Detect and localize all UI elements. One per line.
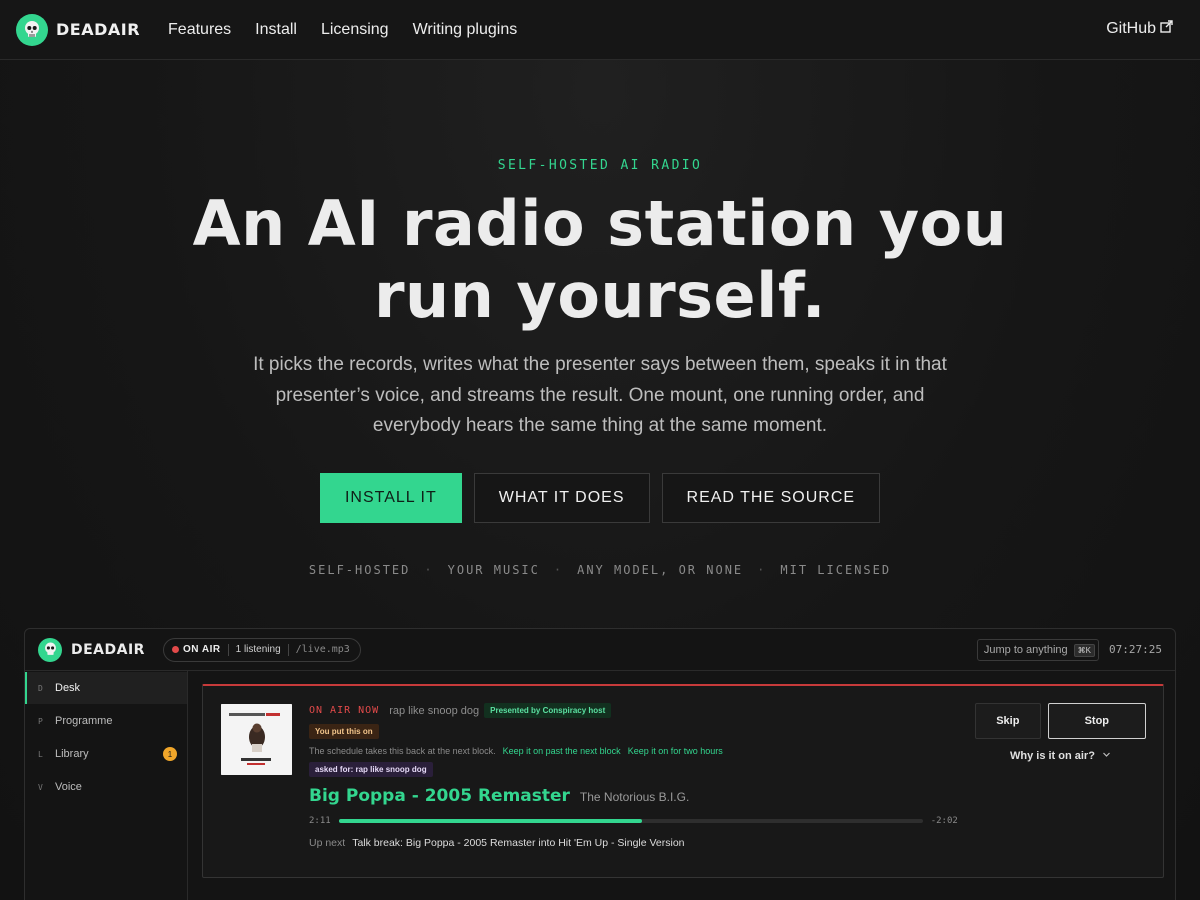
tag-self-hosted: SELF-HOSTED [308,563,411,577]
clock: 07:27:25 [1109,643,1162,656]
progress-bar[interactable] [338,819,923,823]
tag-any-model: ANY MODEL, OR NONE [577,563,744,577]
control-buttons: Skip Stop [975,703,1146,739]
app-brand-name: DEADAIR [71,641,145,658]
track-title: Big Poppa - 2005 Remaster [309,786,570,806]
app-sidebar: D Desk P Programme L Library 1 V Voice [25,671,188,900]
sidebar-item-label: Desk [55,682,81,694]
library-count-badge: 1 [163,747,177,761]
why-on-air-toggle[interactable]: Why is it on air? [975,750,1146,762]
why-on-air-label: Why is it on air? [1009,750,1095,762]
jump-placeholder: Jump to anything [983,644,1068,656]
up-next-item: Talk break: Big Poppa - 2005 Remaster in… [352,837,685,849]
sidebar-item-library[interactable]: L Library 1 [25,738,187,770]
feature-tags: SELF-HOSTED · YOUR MUSIC · ANY MODEL, OR NON… [0,563,1200,577]
app-header: DEADAIR ON AIR 1 listening /live.mp3 Jum… [25,629,1175,671]
skull-logo-icon [16,13,48,46]
tag-separator: · [553,563,564,577]
schedule-note-text: The schedule takes this back at the next… [309,746,496,756]
skip-button[interactable]: Skip [975,703,1041,739]
external-link-icon [1160,20,1173,38]
on-air-now-label: ON AIR NOW [309,705,380,716]
hero-eyebrow: SELF-HOSTED AI RADIO [497,158,703,173]
shortcut-key: D [38,683,43,693]
on-air-label: ON AIR [182,644,221,655]
sidebar-item-desk[interactable]: D Desk [25,672,187,704]
sidebar-item-label: Voice [55,781,82,793]
you-put-this-on-badge: You put this on [309,724,379,739]
keep-past-block-link[interactable]: Keep it on past the next block [503,746,621,756]
tag-separator: · [757,563,767,577]
skull-logo-icon [38,637,62,662]
stop-button[interactable]: Stop [1047,703,1146,739]
elapsed-time: 2:11 [309,816,331,826]
app-preview: DEADAIR ON AIR 1 listening /live.mp3 Jum… [24,628,1176,900]
shortcut-key: L [38,749,43,759]
mount-path: /live.mp3 [295,644,350,655]
shortcut-key: P [38,716,43,726]
sidebar-item-voice[interactable]: V Voice [25,771,187,803]
sidebar-item-label: Library [55,748,89,760]
nav-link-licensing[interactable]: Licensing [321,21,389,39]
sidebar-item-programme[interactable]: P Programme [25,705,187,737]
hero-headline: An AI radio station you run yourself. [192,187,1008,332]
listener-count: 1 listening [235,644,281,655]
asked-for-badge: asked for: rap like snoop dog [309,762,433,777]
brand-name: DEADAIR [56,20,141,39]
now-playing-header: ON AIR NOW rap like snoop dog Presented … [309,703,989,718]
asked-for-row: asked for: rap like snoop dog [309,762,989,777]
read-source-button[interactable]: READ THE SOURCE [661,473,881,523]
override-row: You put this on [309,724,989,739]
what-it-does-button[interactable]: WHAT IT DOES [473,473,650,523]
top-nav: DEADAIR Features Install Licensing Writi… [0,0,1200,60]
chevron-down-icon [1098,750,1111,762]
up-next: Up next Talk break: Big Poppa - 2005 Rema… [309,837,989,849]
cta-group: INSTALL IT WHAT IT DOES READ THE SOURCE [0,473,1200,523]
album-cover [221,704,292,775]
install-button[interactable]: INSTALL IT [319,473,462,523]
presenter-badge: Presented by Conspiracy host [484,703,612,718]
playback-controls: Skip Stop Why is it on air? [975,703,1146,762]
track-info: Big Poppa - 2005 Remaster The Notorious … [309,786,989,806]
jump-search[interactable]: Jump to anything ⌘K [976,639,1099,661]
tag-separator: · [424,563,434,577]
now-playing-card: ON AIR NOW rap like snoop dog Presented … [202,684,1164,878]
github-label: GitHub [1106,20,1156,37]
live-dot-icon [171,646,179,653]
remaining-time: -2:02 [930,816,958,826]
tag-your-music: YOUR MUSIC [447,563,540,577]
playback-progress: 2:11 -2:02 [309,816,989,826]
sidebar-item-label: Programme [55,715,113,727]
nav-link-features[interactable]: Features [168,21,231,39]
request-text: rap like snoop dog [389,704,480,717]
keep-two-hours-link[interactable]: Keep it on for two hours [628,746,723,756]
now-playing-details: ON AIR NOW rap like snoop dog Presented … [309,703,989,849]
track-artist: The Notorious B.I.G. [579,790,690,804]
up-next-label: Up next [309,837,346,849]
on-air-status[interactable]: ON AIR 1 listening /live.mp3 [162,637,361,662]
brand[interactable]: DEADAIR [16,13,141,46]
nav-link-writing-plugins[interactable]: Writing plugins [413,21,518,39]
hero-subhead: It picks the records, writes what the pr… [253,354,947,436]
pill-divider [287,643,289,656]
schedule-note: The schedule takes this back at the next… [309,746,989,756]
github-link[interactable]: GitHub [1106,20,1173,38]
shortcut-key: V [38,782,43,792]
nav-links: Features Install Licensing Writing plugi… [168,21,517,39]
shortcut-key: ⌘K [1073,643,1095,657]
tag-mit-licensed: MIT LICENSED [780,563,892,577]
nav-link-install[interactable]: Install [255,21,297,39]
pill-divider [227,643,229,656]
progress-fill [338,819,643,823]
